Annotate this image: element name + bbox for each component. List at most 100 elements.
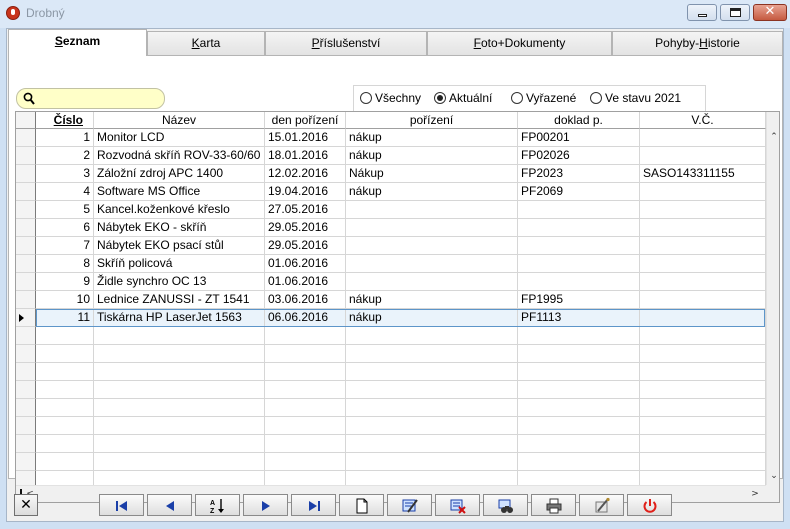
cell-cislo[interactable] <box>36 345 94 363</box>
cell-vc[interactable] <box>640 381 766 399</box>
search-input[interactable] <box>39 91 159 106</box>
cell-cislo[interactable] <box>36 435 94 453</box>
cell-doklad[interactable]: FP02026 <box>518 147 640 165</box>
cell-nazev[interactable] <box>94 327 265 345</box>
cell-den-porizeni[interactable]: 01.06.2016 <box>265 255 346 273</box>
cell-den-porizeni[interactable]: 01.06.2016 <box>265 273 346 291</box>
cell-doklad[interactable] <box>518 219 640 237</box>
cell-den-porizeni[interactable]: 19.04.2016 <box>265 183 346 201</box>
cell-vc[interactable] <box>640 255 766 273</box>
cell-porizeni[interactable] <box>346 381 518 399</box>
row-indicator[interactable] <box>16 381 36 399</box>
cell-vc[interactable] <box>640 129 766 147</box>
tools-button[interactable] <box>579 494 624 516</box>
cell-doklad[interactable] <box>518 381 640 399</box>
cell-den-porizeni[interactable]: 27.05.2016 <box>265 201 346 219</box>
cell-vc[interactable] <box>640 363 766 381</box>
cell-cislo[interactable] <box>36 381 94 399</box>
cell-porizeni[interactable] <box>346 201 518 219</box>
row-indicator[interactable] <box>16 435 36 453</box>
cell-nazev[interactable]: Židle synchro OC 13 <box>94 273 265 291</box>
cell-den-porizeni[interactable]: 18.01.2016 <box>265 147 346 165</box>
cell-porizeni[interactable]: nákup <box>346 183 518 201</box>
cell-den-porizeni[interactable] <box>265 363 346 381</box>
row-indicator[interactable] <box>16 453 36 471</box>
cell-porizeni[interactable] <box>346 237 518 255</box>
minimize-button[interactable] <box>687 4 717 21</box>
cell-cislo[interactable]: 2 <box>36 147 94 165</box>
cell-cislo[interactable] <box>36 399 94 417</box>
cell-porizeni[interactable] <box>346 255 518 273</box>
empty-table-row[interactable] <box>16 363 766 381</box>
cell-vc[interactable] <box>640 417 766 435</box>
cell-cislo[interactable]: 3 <box>36 165 94 183</box>
records-grid[interactable]: Číslo Název den pořízení pořízení doklad… <box>15 111 780 503</box>
empty-table-row[interactable] <box>16 435 766 453</box>
last-record-button[interactable] <box>291 494 336 516</box>
cell-porizeni[interactable] <box>346 327 518 345</box>
cell-doklad[interactable] <box>518 327 640 345</box>
cell-cislo[interactable] <box>36 417 94 435</box>
radio-button[interactable] <box>511 92 523 104</box>
cell-vc[interactable] <box>640 273 766 291</box>
table-row[interactable]: 3 Záložní zdroj APC 1400 12.02.2016 Nákup FP… <box>16 165 766 183</box>
row-indicator[interactable] <box>16 165 36 183</box>
cell-porizeni[interactable] <box>346 435 518 453</box>
cell-cislo[interactable]: 9 <box>36 273 94 291</box>
sort-button[interactable]: AZ <box>195 494 240 516</box>
table-row[interactable]: 1 Monitor LCD 15.01.2016 nákup FP00201 <box>16 129 766 147</box>
edit-record-button[interactable] <box>387 494 432 516</box>
cell-porizeni[interactable] <box>346 345 518 363</box>
cell-den-porizeni[interactable] <box>265 345 346 363</box>
table-row[interactable]: 10 Lednice ZANUSSI - ZT 1541 03.06.2016 nák… <box>16 291 766 309</box>
delete-record-button[interactable] <box>435 494 480 516</box>
cell-doklad[interactable]: PF1113 <box>518 309 640 327</box>
row-indicator[interactable] <box>16 417 36 435</box>
cell-porizeni[interactable]: nákup <box>346 147 518 165</box>
cell-doklad[interactable] <box>518 435 640 453</box>
table-row[interactable]: 11 Tiskárna HP LaserJet 1563 06.06.2016 nák… <box>16 309 766 327</box>
cell-den-porizeni[interactable] <box>265 327 346 345</box>
table-row[interactable]: 7 Nábytek EKO psací stůl 29.05.2016 <box>16 237 766 255</box>
cell-vc[interactable] <box>640 219 766 237</box>
cell-cislo[interactable]: 4 <box>36 183 94 201</box>
next-record-button[interactable] <box>243 494 288 516</box>
cell-cislo[interactable]: 5 <box>36 201 94 219</box>
cell-doklad[interactable] <box>518 255 640 273</box>
cell-porizeni[interactable]: nákup <box>346 129 518 147</box>
find-record-button[interactable] <box>483 494 528 516</box>
print-button[interactable] <box>531 494 576 516</box>
radio-button[interactable] <box>590 92 602 104</box>
cell-cislo[interactable]: 11 <box>36 309 94 327</box>
radio-button[interactable] <box>434 92 446 104</box>
row-indicator[interactable] <box>16 237 36 255</box>
cell-den-porizeni[interactable] <box>265 399 346 417</box>
cell-porizeni[interactable]: nákup <box>346 291 518 309</box>
cell-porizeni[interactable]: Nákup <box>346 165 518 183</box>
empty-table-row[interactable] <box>16 327 766 345</box>
cell-nazev[interactable]: Software MS Office <box>94 183 265 201</box>
tab-seznam[interactable]: Seznam <box>8 29 147 57</box>
cell-nazev[interactable] <box>94 435 265 453</box>
cell-vc[interactable] <box>640 147 766 165</box>
cell-porizeni[interactable] <box>346 363 518 381</box>
row-indicator[interactable] <box>16 255 36 273</box>
cell-porizeni[interactable] <box>346 399 518 417</box>
table-row[interactable]: 4 Software MS Office 19.04.2016 nákup PF206… <box>16 183 766 201</box>
cell-doklad[interactable]: FP1995 <box>518 291 640 309</box>
cell-den-porizeni[interactable]: 29.05.2016 <box>265 219 346 237</box>
cancel-button[interactable]: ✕ <box>14 494 38 516</box>
tab-pohyby-historie[interactable]: Pohyby-Historie <box>612 31 783 56</box>
scroll-up-icon[interactable]: ⌃ <box>769 130 779 144</box>
cell-cislo[interactable]: 7 <box>36 237 94 255</box>
first-record-button[interactable] <box>99 494 144 516</box>
close-button[interactable]: ✕ <box>753 4 787 21</box>
tab-foto-dokumenty[interactable]: Foto+Dokumenty <box>427 31 612 56</box>
cell-doklad[interactable] <box>518 201 640 219</box>
cell-vc[interactable] <box>640 309 766 327</box>
cell-den-porizeni[interactable] <box>265 381 346 399</box>
row-indicator[interactable] <box>16 183 36 201</box>
radio-button[interactable] <box>360 92 372 104</box>
tab-prislusenstvi[interactable]: Příslušenství <box>265 31 427 56</box>
cell-doklad[interactable] <box>518 417 640 435</box>
